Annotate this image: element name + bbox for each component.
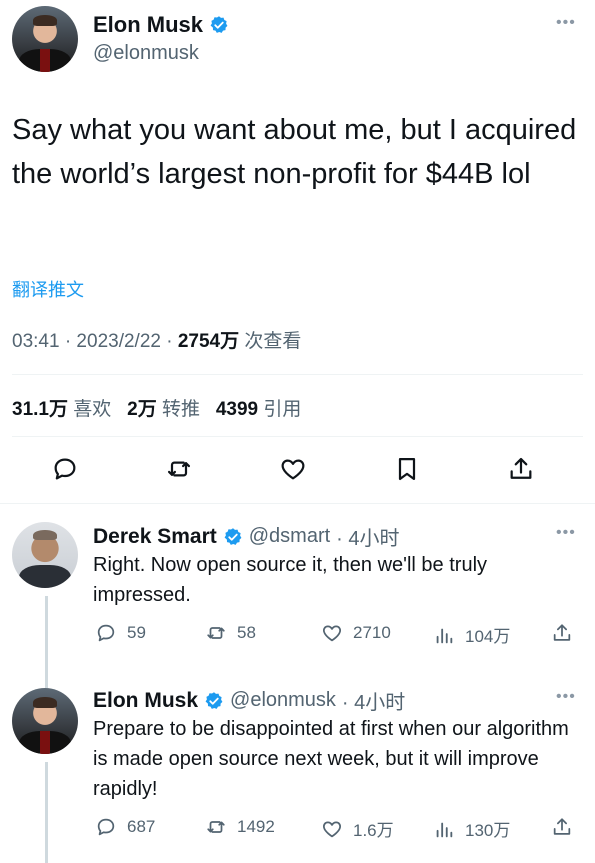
verified-badge-icon bbox=[205, 691, 223, 709]
retweet-icon bbox=[207, 627, 225, 639]
share-button[interactable] bbox=[551, 816, 573, 838]
like-button[interactable] bbox=[276, 452, 310, 486]
reply-button[interactable]: 687 bbox=[95, 816, 155, 838]
avatar[interactable] bbox=[12, 522, 78, 588]
reply-text: Prepare to be disappointed at first when… bbox=[93, 718, 569, 800]
like-count: 2710 bbox=[353, 623, 391, 642]
share-icon bbox=[553, 818, 571, 835]
divider bbox=[12, 436, 583, 437]
like-button[interactable]: 1.6万 bbox=[321, 816, 394, 841]
reply-author-name: Elon Musk bbox=[93, 688, 199, 712]
retweets-count: 2万 bbox=[127, 399, 157, 420]
avatar[interactable] bbox=[12, 688, 78, 754]
likes-stat[interactable]: 31.1万 喜欢 bbox=[12, 399, 111, 420]
reply-tweet[interactable]: Elon Musk @elonmusk · 4小时 ••• Prepare to… bbox=[0, 680, 595, 863]
divider bbox=[12, 374, 583, 375]
like-icon bbox=[323, 821, 341, 837]
more-options-icon[interactable]: ••• bbox=[556, 524, 576, 542]
like-icon bbox=[281, 459, 305, 480]
thread-line bbox=[45, 596, 48, 686]
tweet-timestamp[interactable]: 03:41 · 2023/2/22 · bbox=[12, 331, 178, 352]
reply-author-handle: @elonmusk bbox=[230, 689, 336, 711]
retweet-count: 1492 bbox=[237, 817, 275, 836]
retweet-icon bbox=[167, 461, 191, 477]
reply-author[interactable]: Elon Musk @elonmusk · 4小时 bbox=[93, 686, 405, 715]
thread-line bbox=[45, 762, 48, 863]
views-button[interactable]: 130万 bbox=[433, 816, 510, 841]
views-icon bbox=[436, 628, 453, 643]
author-name-label: Elon Musk bbox=[93, 12, 204, 37]
thread-line bbox=[45, 680, 48, 688]
retweet-icon bbox=[207, 821, 225, 833]
reply-action-bar: 59 58 2710 104万 bbox=[93, 622, 583, 646]
bookmark-icon bbox=[398, 457, 416, 481]
reply-time: · 4小时 bbox=[336, 528, 400, 550]
retweets-label: 转推 bbox=[161, 399, 200, 420]
share-icon bbox=[510, 457, 532, 479]
view-count: 130万 bbox=[465, 821, 511, 840]
reply-author-name: Derek Smart bbox=[93, 524, 217, 548]
view-count: 104万 bbox=[465, 627, 511, 646]
reply-time: · 4小时 bbox=[341, 692, 406, 714]
reply-tweet[interactable]: Derek Smart @dsmart · 4小时 ••• Right. Now… bbox=[0, 504, 595, 686]
likes-label: 喜欢 bbox=[73, 399, 112, 420]
quotes-label: 引用 bbox=[263, 399, 302, 420]
tweet-text: Say what you want about me, but I acquir… bbox=[12, 114, 577, 190]
views-button[interactable]: 104万 bbox=[433, 622, 510, 647]
retweet-button[interactable]: 58 bbox=[205, 622, 256, 644]
share-icon bbox=[553, 624, 571, 641]
bookmark-button[interactable] bbox=[390, 452, 424, 486]
quotes-stat[interactable]: 4399 引用 bbox=[216, 399, 302, 420]
reply-action-bar: 687 1492 1.6万 130万 bbox=[93, 816, 583, 840]
reply-button[interactable] bbox=[48, 452, 82, 486]
author-name[interactable]: Elon Musk bbox=[93, 12, 229, 38]
avatar[interactable] bbox=[12, 6, 78, 72]
reply-author-handle: @dsmart bbox=[248, 525, 331, 547]
retweet-button[interactable] bbox=[162, 452, 196, 486]
retweets-stat[interactable]: 2万 转推 bbox=[127, 399, 200, 420]
reply-text: Right. Now open source it, then we'll be… bbox=[93, 554, 488, 606]
views-icon bbox=[436, 822, 453, 837]
views-label: 次查看 bbox=[239, 331, 302, 352]
like-icon bbox=[323, 625, 341, 642]
share-button[interactable] bbox=[551, 622, 573, 644]
retweet-button[interactable]: 1492 bbox=[205, 816, 275, 838]
share-button[interactable] bbox=[504, 452, 538, 486]
views-count: 2754万 bbox=[177, 331, 240, 352]
like-button[interactable]: 2710 bbox=[321, 622, 391, 644]
quotes-count: 4399 bbox=[215, 399, 259, 420]
more-options-icon[interactable]: ••• bbox=[556, 688, 576, 706]
like-count: 1.6万 bbox=[353, 821, 394, 840]
more-options-icon[interactable]: ••• bbox=[556, 14, 576, 32]
reply-count: 59 bbox=[127, 623, 146, 642]
reply-icon bbox=[97, 624, 115, 642]
verified-badge-icon bbox=[210, 16, 228, 33]
reply-count: 687 bbox=[127, 817, 156, 836]
author-handle[interactable]: @elonmusk bbox=[93, 42, 199, 65]
reply-author[interactable]: Derek Smart @dsmart · 4小时 bbox=[93, 522, 400, 551]
reply-button[interactable]: 59 bbox=[95, 622, 146, 644]
tweet-stats: 31.1万 喜欢 2万 转推 4399 引用 bbox=[12, 394, 301, 421]
likes-count: 31.1万 bbox=[12, 399, 68, 420]
translate-tweet-link[interactable]: 翻译推文 bbox=[12, 276, 84, 302]
retweet-count: 58 bbox=[237, 623, 256, 642]
tweet-meta: 03:41 · 2023/2/22 · 2754万 次查看 bbox=[12, 326, 301, 353]
reply-icon bbox=[54, 458, 76, 480]
tweet-action-bar bbox=[0, 452, 595, 488]
verified-badge-icon bbox=[224, 527, 242, 545]
reply-icon bbox=[97, 818, 115, 836]
